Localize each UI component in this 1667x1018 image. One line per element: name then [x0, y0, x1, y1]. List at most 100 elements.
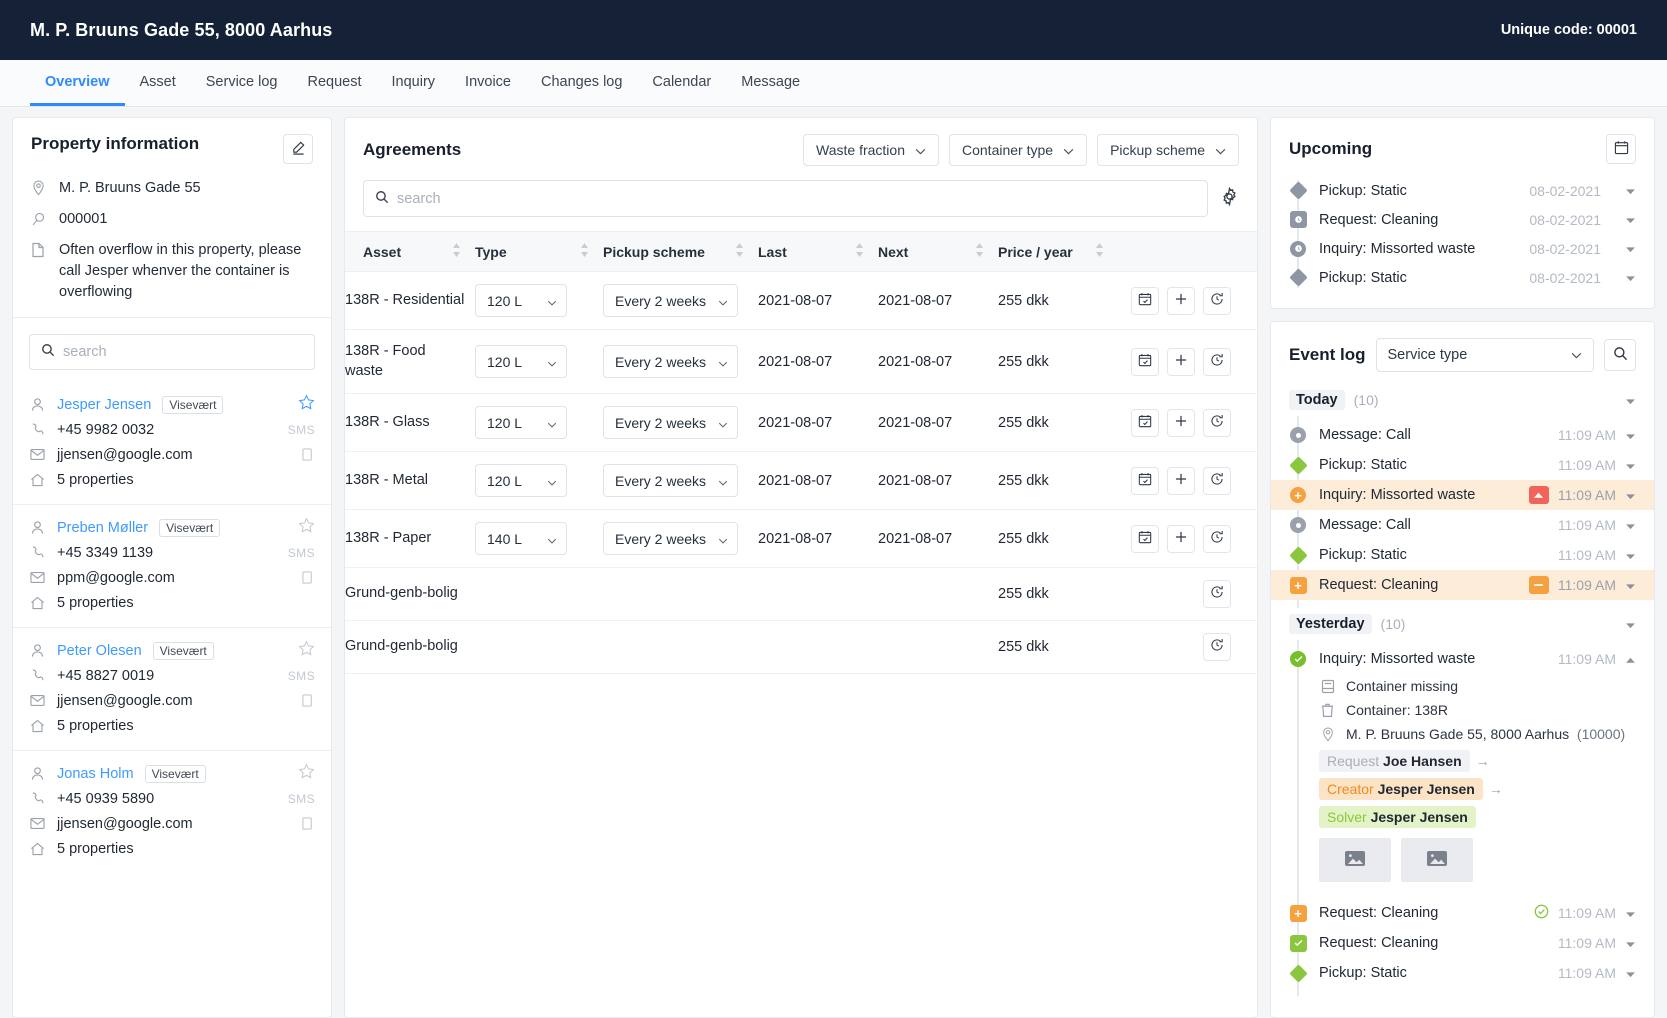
tab-calendar[interactable]: Calendar: [637, 60, 726, 106]
table-row[interactable]: Grund-genb-bolig 255 dkk: [345, 620, 1257, 675]
event-log-search-button[interactable]: [1604, 339, 1636, 371]
chevron-down-icon[interactable]: [1625, 935, 1636, 952]
sms-button[interactable]: SMS: [288, 669, 315, 683]
list-item[interactable]: Pickup: Static 11:09 AM: [1271, 540, 1654, 570]
sms-button[interactable]: SMS: [288, 792, 315, 806]
contact-name[interactable]: Jesper Jensen: [57, 397, 151, 413]
chevron-down-icon[interactable]: [1625, 487, 1636, 504]
chevron-down-icon[interactable]: [1625, 577, 1636, 594]
list-item[interactable]: + Inquiry: Missorted waste 11:09 AM: [1271, 480, 1654, 510]
table-row[interactable]: 138R - Metal 120 L Every 2 weeks 2021-08…: [345, 451, 1257, 511]
calendar-check-icon-button[interactable]: [1131, 466, 1159, 495]
type-select[interactable]: 120 L: [475, 464, 567, 498]
table-row[interactable]: Grund-genb-bolig 255 dkk: [345, 567, 1257, 622]
favorite-button[interactable]: [298, 517, 315, 538]
tab-inquiry[interactable]: Inquiry: [377, 60, 451, 106]
edit-property-button[interactable]: [283, 134, 313, 164]
history-icon-button[interactable]: [1203, 466, 1231, 495]
column-header-last[interactable]: Last: [758, 231, 878, 272]
add-icon-button[interactable]: [1167, 408, 1195, 437]
history-icon-button[interactable]: [1203, 633, 1231, 662]
scheme-select[interactable]: Every 2 weeks: [603, 406, 738, 440]
scheme-select[interactable]: Every 2 weeks: [603, 284, 738, 317]
tab-message[interactable]: Message: [726, 60, 815, 106]
list-item[interactable]: + Request: Cleaning 11:09 AM: [1271, 898, 1654, 928]
history-icon-button[interactable]: [1203, 408, 1231, 437]
chevron-down-icon[interactable]: [1625, 457, 1636, 474]
open-calendar-button[interactable]: [1606, 134, 1636, 164]
list-item[interactable]: Pickup: Static 08-02-2021: [1288, 263, 1636, 292]
add-icon-button[interactable]: [1167, 524, 1195, 553]
favorite-button[interactable]: [298, 640, 315, 661]
filter-pickup-scheme[interactable]: Pickup scheme: [1097, 134, 1239, 166]
tab-service-log[interactable]: Service log: [191, 60, 293, 106]
tab-changes-log[interactable]: Changes log: [526, 60, 637, 106]
contact-name[interactable]: Preben Møller: [57, 520, 148, 536]
chevron-down-icon[interactable]: [1625, 427, 1636, 444]
chevron-down-icon[interactable]: [1625, 517, 1636, 534]
attachment-thumbnail[interactable]: [1319, 838, 1391, 882]
column-header-price[interactable]: Price / year: [998, 231, 1108, 272]
chevron-down-icon[interactable]: [1625, 965, 1636, 982]
column-header-type[interactable]: Type: [475, 231, 603, 272]
chevron-down-icon[interactable]: [1625, 240, 1636, 257]
list-item[interactable]: Pickup: Static 11:09 AM: [1271, 958, 1654, 988]
calendar-check-icon-button[interactable]: [1131, 408, 1159, 437]
chevron-down-icon[interactable]: [1625, 392, 1636, 409]
table-row[interactable]: 138R - Paper 140 L Every 2 weeks 2021-08…: [345, 509, 1257, 569]
chevron-up-icon[interactable]: [1625, 651, 1636, 668]
favorite-button[interactable]: [298, 394, 315, 415]
service-type-select[interactable]: Service type: [1375, 338, 1594, 372]
contact-search-input[interactable]: [63, 344, 303, 361]
chevron-down-icon[interactable]: [1625, 616, 1636, 633]
calendar-check-icon-button[interactable]: [1131, 286, 1159, 315]
list-item[interactable]: Pickup: Static 08-02-2021: [1288, 176, 1636, 205]
copy-email-button[interactable]: [302, 693, 315, 708]
list-item[interactable]: Inquiry: Missorted waste 08-02-2021: [1289, 234, 1636, 263]
chevron-down-icon[interactable]: [1625, 269, 1636, 286]
table-row[interactable]: 138R - Residential 120 L Every 2 weeks 2…: [345, 271, 1257, 330]
tab-overview[interactable]: Overview: [30, 60, 125, 106]
list-item[interactable]: Jesper Jensen Visevært +45 9982 0032 SMS…: [13, 382, 331, 504]
list-item[interactable]: Pickup: Static 11:09 AM: [1271, 450, 1654, 480]
attachment-thumbnail[interactable]: [1401, 838, 1473, 882]
copy-email-button[interactable]: [302, 447, 315, 462]
add-icon-button[interactable]: [1167, 347, 1195, 376]
table-settings-button[interactable]: [1220, 186, 1239, 210]
agreements-search-input[interactable]: [397, 190, 1196, 207]
contact-search-box[interactable]: [29, 334, 315, 371]
table-row[interactable]: 138R - Food waste 120 L Every 2 weeks 20…: [345, 329, 1257, 395]
list-item[interactable]: Request: Cleaning 11:09 AM: [1271, 928, 1654, 958]
sms-button[interactable]: SMS: [288, 546, 315, 560]
history-icon-button[interactable]: [1203, 580, 1231, 609]
list-item[interactable]: Message: Call 11:09 AM: [1271, 510, 1654, 540]
calendar-check-icon-button[interactable]: [1131, 347, 1159, 376]
scheme-select[interactable]: Every 2 weeks: [603, 522, 738, 556]
history-icon-button[interactable]: [1203, 347, 1231, 376]
list-item[interactable]: Message: Call 11:09 AM: [1271, 420, 1654, 450]
tab-request[interactable]: Request: [293, 60, 377, 106]
copy-email-button[interactable]: [302, 570, 315, 585]
tab-invoice[interactable]: Invoice: [450, 60, 526, 106]
list-item[interactable]: Inquiry: Missorted waste 11:09 AM: [1271, 644, 1654, 674]
chevron-down-icon[interactable]: [1625, 182, 1636, 199]
favorite-button[interactable]: [298, 763, 315, 784]
column-header-next[interactable]: Next: [878, 231, 998, 272]
copy-email-button[interactable]: [302, 816, 315, 831]
contact-name[interactable]: Jonas Holm: [57, 766, 134, 782]
scheme-select[interactable]: Every 2 weeks: [603, 345, 738, 379]
history-icon-button[interactable]: [1203, 286, 1231, 315]
add-icon-button[interactable]: [1167, 286, 1195, 315]
filter-waste-fraction[interactable]: Waste fraction: [803, 134, 939, 166]
list-item[interactable]: + Request: Cleaning 11:09 AM: [1271, 570, 1654, 600]
chevron-down-icon[interactable]: [1625, 211, 1636, 228]
add-icon-button[interactable]: [1167, 466, 1195, 495]
calendar-check-icon-button[interactable]: [1131, 524, 1159, 553]
scheme-select[interactable]: Every 2 weeks: [603, 464, 738, 498]
type-select[interactable]: 120 L: [475, 345, 567, 379]
filter-container-type[interactable]: Container type: [949, 134, 1088, 166]
event-group-yesterday[interactable]: Yesterday (10): [1271, 608, 1654, 640]
list-item[interactable]: Request: Cleaning 08-02-2021: [1289, 205, 1636, 234]
list-item[interactable]: Peter Olesen Visevært +45 8827 0019 SMS …: [13, 627, 331, 750]
type-select[interactable]: 120 L: [475, 284, 567, 317]
